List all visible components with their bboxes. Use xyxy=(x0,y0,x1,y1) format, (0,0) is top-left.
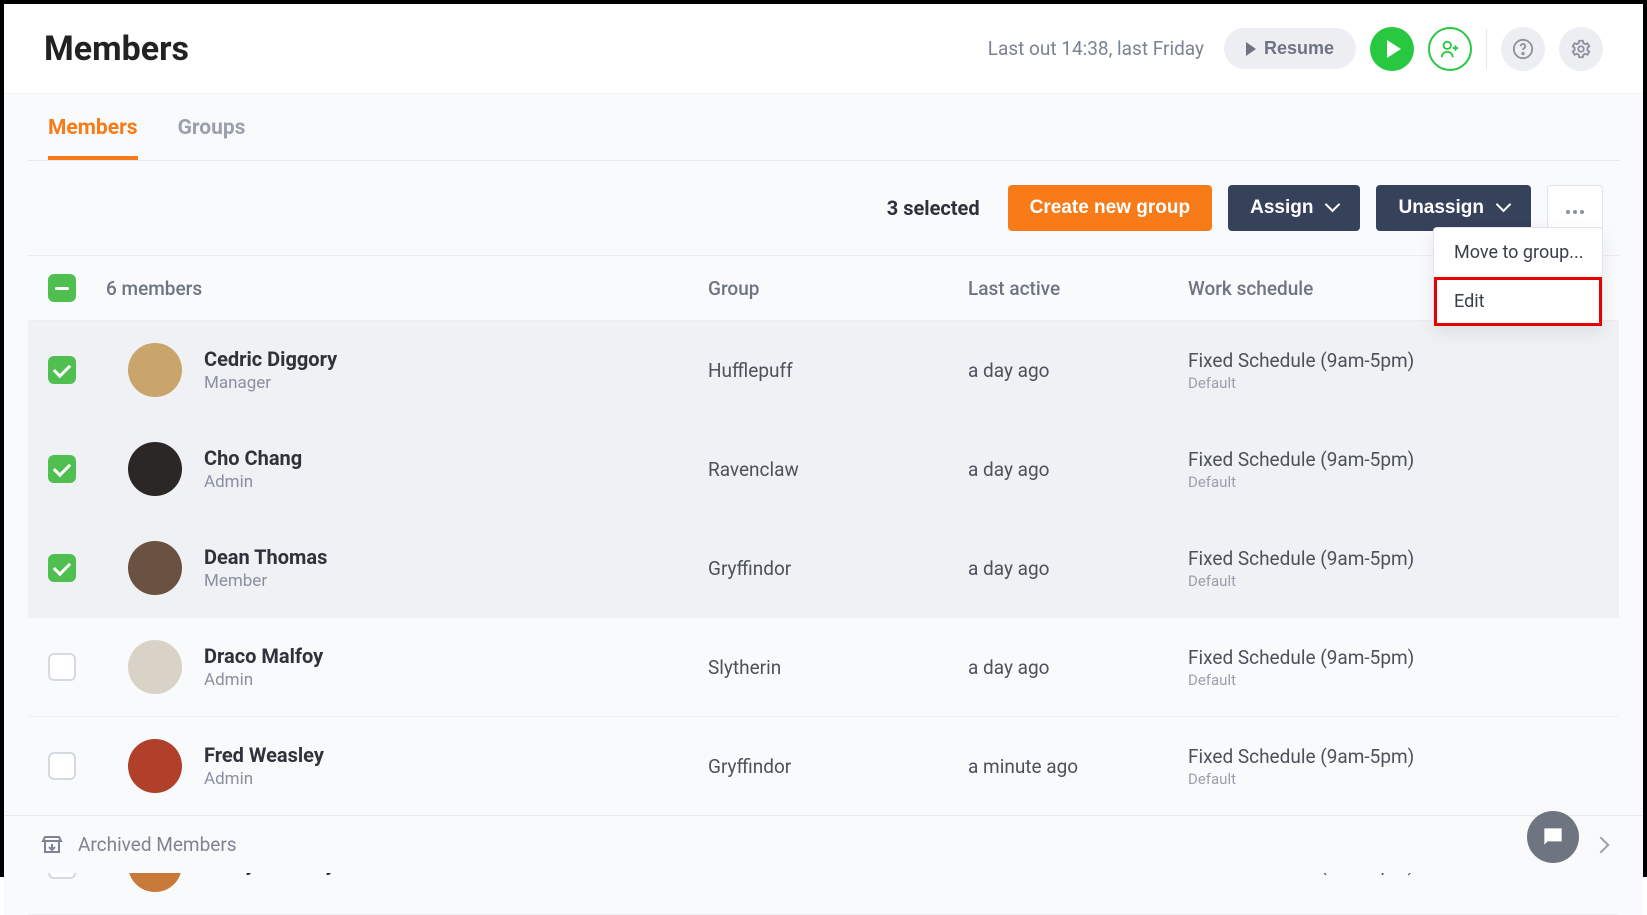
topbar-right: Last out 14:38, last Friday Resume xyxy=(988,27,1603,71)
tabs: Members Groups xyxy=(28,94,1619,161)
member-name: Cho Chang xyxy=(204,446,302,470)
action-bar: 3 selected Create new group Assign Unass… xyxy=(28,161,1619,255)
play-button[interactable] xyxy=(1370,27,1414,71)
table-row[interactable]: Fred Weasley Admin Gryffindor a minute a… xyxy=(28,717,1619,816)
settings-button[interactable] xyxy=(1559,27,1603,71)
table-row[interactable]: Cedric Diggory Manager Hufflepuff a day … xyxy=(28,321,1619,420)
avatar xyxy=(128,343,182,397)
member-name: Draco Malfoy xyxy=(204,644,323,668)
more-actions-dropdown: Move to group... Edit xyxy=(1433,227,1603,327)
add-member-button[interactable] xyxy=(1428,27,1472,71)
member-role: Admin xyxy=(204,670,323,690)
more-actions-button[interactable] xyxy=(1547,185,1603,231)
row-checkbox[interactable] xyxy=(48,455,76,483)
play-icon xyxy=(1387,40,1401,58)
unassign-button[interactable]: Unassign xyxy=(1376,185,1531,231)
cell-last-active: a day ago xyxy=(948,420,1168,519)
dropdown-edit[interactable]: Edit xyxy=(1434,277,1602,326)
page-title: Members xyxy=(44,29,189,69)
cell-schedule: Fixed Schedule (9am-5pm) Default xyxy=(1168,420,1619,519)
member-role: Member xyxy=(204,571,327,591)
cell-last-active: a day ago xyxy=(948,519,1168,618)
resume-label: Resume xyxy=(1264,38,1334,59)
tab-members[interactable]: Members xyxy=(48,116,138,160)
chat-widget[interactable] xyxy=(1527,811,1579,863)
archived-members-link[interactable]: Archived Members xyxy=(78,833,237,856)
assign-button[interactable]: Assign xyxy=(1228,185,1360,231)
chevron-down-icon xyxy=(1327,197,1338,219)
member-role: Admin xyxy=(204,472,302,492)
select-all-checkbox[interactable] xyxy=(48,274,76,302)
member-name: Dean Thomas xyxy=(204,545,327,569)
cell-schedule: Fixed Schedule (9am-5pm) Default xyxy=(1168,717,1619,816)
avatar xyxy=(128,442,182,496)
row-checkbox[interactable] xyxy=(48,356,76,384)
member-role: Admin xyxy=(204,769,324,789)
cell-schedule: Fixed Schedule (9am-5pm) Default xyxy=(1168,321,1619,420)
avatar xyxy=(128,541,182,595)
tab-groups[interactable]: Groups xyxy=(178,116,246,160)
content: Members Groups 3 selected Create new gro… xyxy=(4,94,1643,915)
chat-icon xyxy=(1540,824,1566,850)
member-name: Cedric Diggory xyxy=(204,347,337,371)
cell-group: Gryffindor xyxy=(688,519,948,618)
cell-schedule: Fixed Schedule (9am-5pm) Default xyxy=(1168,618,1619,717)
col-members: 6 members xyxy=(28,256,688,321)
user-plus-icon xyxy=(1439,38,1461,60)
avatar xyxy=(128,640,182,694)
cell-group: Gryffindor xyxy=(688,717,948,816)
resume-button[interactable]: Resume xyxy=(1224,28,1356,69)
selected-count: 3 selected xyxy=(887,196,980,220)
row-checkbox[interactable] xyxy=(48,653,76,681)
table-row[interactable]: Draco Malfoy Admin Slytherin a day ago F… xyxy=(28,618,1619,717)
more-icon xyxy=(1565,209,1585,215)
row-checkbox[interactable] xyxy=(48,752,76,780)
create-group-button[interactable]: Create new group xyxy=(1008,185,1212,231)
archive-icon xyxy=(40,833,64,857)
row-checkbox[interactable] xyxy=(48,554,76,582)
chevron-right-icon[interactable] xyxy=(1595,833,1607,856)
members-count: 6 members xyxy=(106,277,202,300)
table-header-row: 6 members Group Last active Work schedul… xyxy=(28,256,1619,321)
cell-schedule: Fixed Schedule (9am-5pm) Default xyxy=(1168,519,1619,618)
cell-group: Ravenclaw xyxy=(688,420,948,519)
assign-label: Assign xyxy=(1250,197,1313,219)
table-row[interactable]: Cho Chang Admin Ravenclaw a day ago Fixe… xyxy=(28,420,1619,519)
help-button[interactable] xyxy=(1501,27,1545,71)
dropdown-move-to-group[interactable]: Move to group... xyxy=(1434,228,1602,277)
cell-last-active: a minute ago xyxy=(948,717,1168,816)
cell-last-active: a day ago xyxy=(948,321,1168,420)
play-icon xyxy=(1246,42,1256,56)
avatar xyxy=(128,739,182,793)
cell-group: Hufflepuff xyxy=(688,321,948,420)
cell-last-active: a day ago xyxy=(948,618,1168,717)
table-row[interactable]: Dean Thomas Member Gryffindor a day ago … xyxy=(28,519,1619,618)
chevron-down-icon xyxy=(1498,197,1509,219)
help-icon xyxy=(1512,38,1534,60)
last-out-text: Last out 14:38, last Friday xyxy=(988,37,1204,60)
member-role: Manager xyxy=(204,373,337,393)
settings-icon xyxy=(1570,38,1592,60)
divider xyxy=(1486,29,1487,69)
member-name: Fred Weasley xyxy=(204,743,324,767)
topbar: Members Last out 14:38, last Friday Resu… xyxy=(4,4,1643,94)
col-group[interactable]: Group xyxy=(688,256,948,321)
col-last-active[interactable]: Last active xyxy=(948,256,1168,321)
cell-group: Slytherin xyxy=(688,618,948,717)
footer: Archived Members xyxy=(4,815,1643,873)
unassign-label: Unassign xyxy=(1398,197,1484,219)
